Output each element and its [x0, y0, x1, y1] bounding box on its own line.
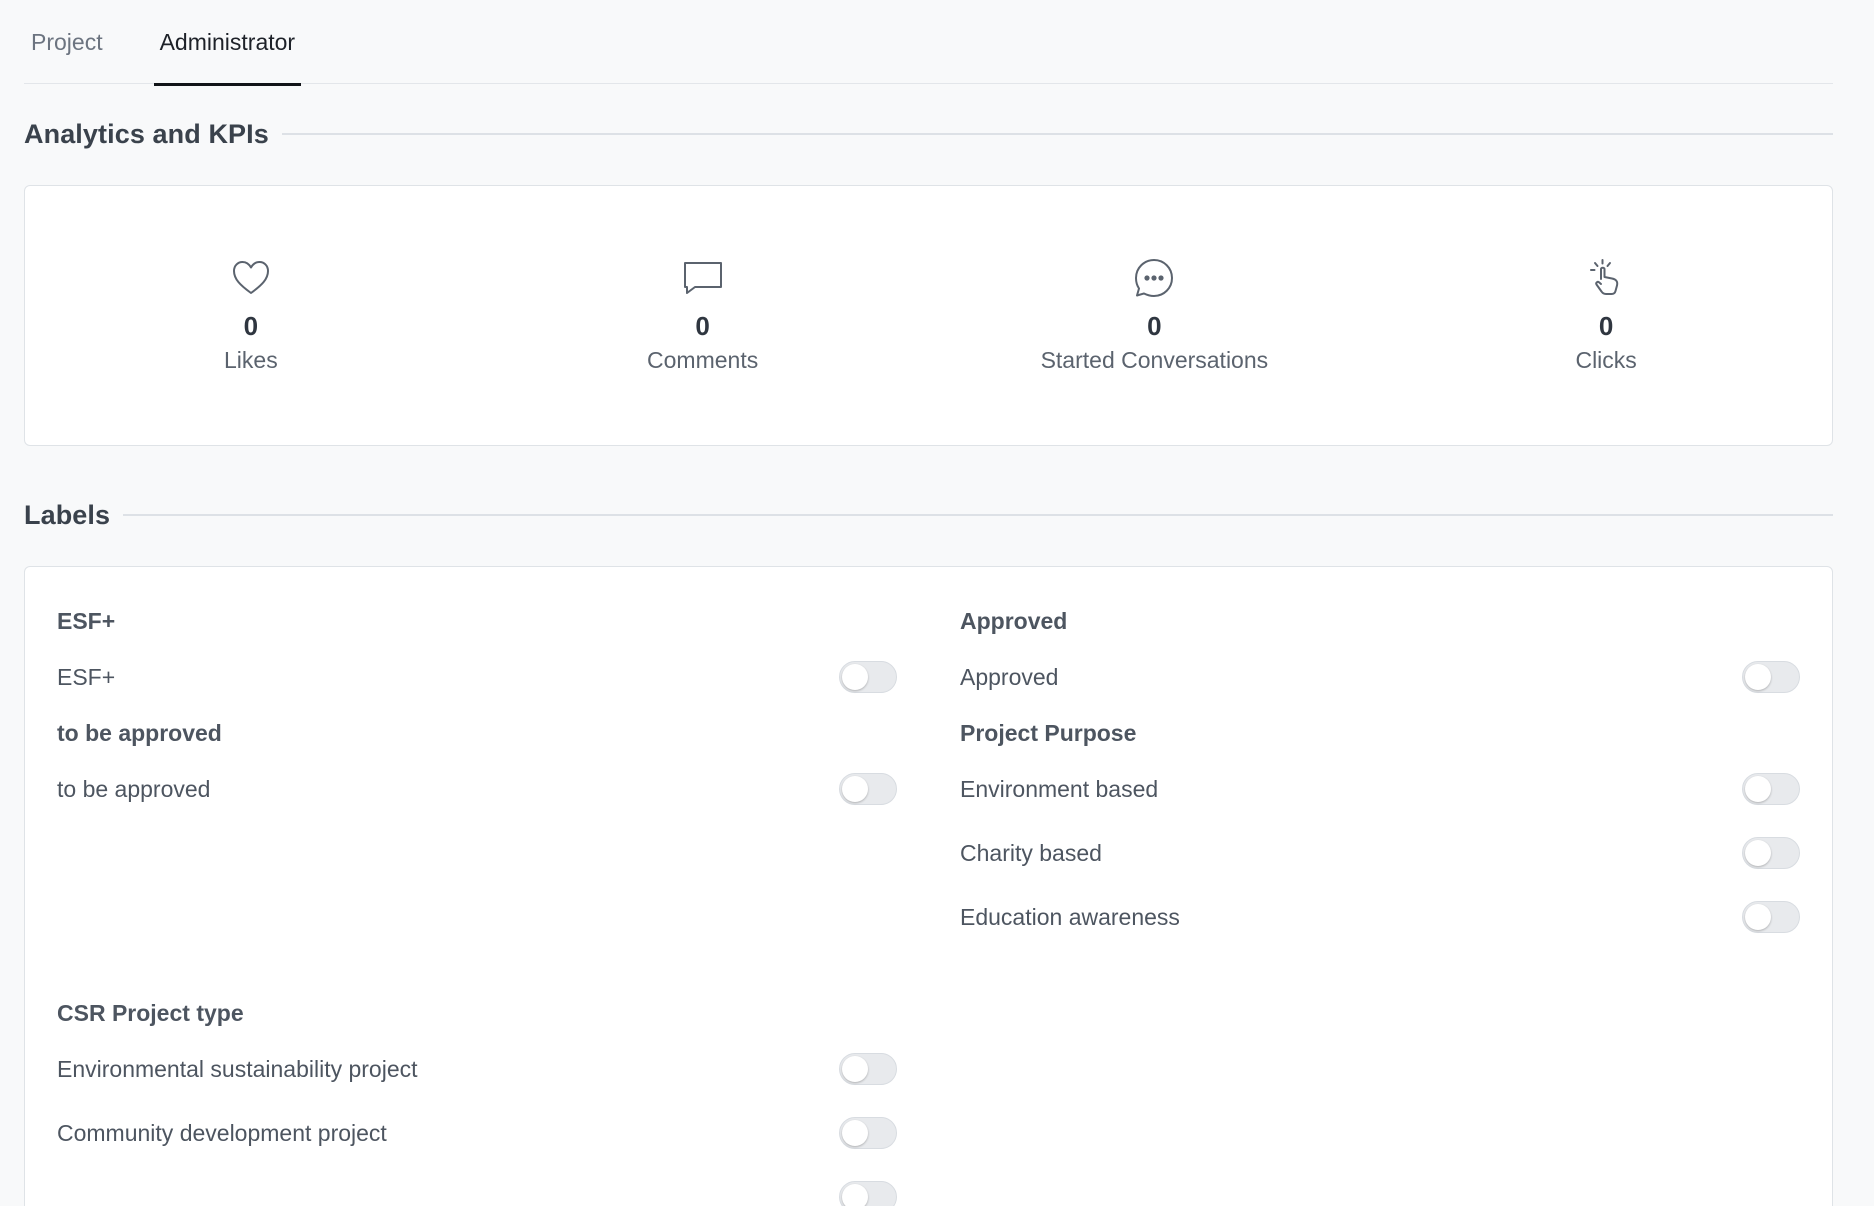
toggle-education-awareness[interactable]: [1742, 901, 1800, 933]
kpi-likes: 0 Likes: [25, 186, 477, 445]
conversations-label: Started Conversations: [1040, 347, 1269, 373]
labels-section-header: Labels: [24, 489, 1833, 541]
label-text: Environmental sustainability project: [57, 1055, 418, 1082]
label-text: ESF+: [57, 663, 116, 690]
group-title-approved: Approved: [960, 607, 1068, 634]
group-title-to-be-approved: to be approved: [57, 719, 222, 746]
tab-administrator[interactable]: Administrator: [153, 0, 302, 86]
label-row-education-awareness: Education awareness: [960, 885, 1800, 949]
toggle-community-development[interactable]: [839, 1117, 897, 1149]
label-row-environmental-sustainability: Environmental sustainability project: [57, 1037, 897, 1101]
analytics-section-header: Analytics and KPIs: [24, 108, 1833, 160]
likes-count: 0: [243, 311, 259, 341]
label-text: Community development project: [57, 1119, 387, 1146]
analytics-card: 0 Likes 0 Comments 0 Started Conversatio…: [24, 185, 1833, 446]
page: Project Administrator Analytics and KPIs…: [0, 0, 1874, 1206]
group-title-esf: ESF+: [57, 607, 116, 634]
label-row-community-development: Community development project: [57, 1101, 897, 1165]
labels-left-column: ESF+ ESF+ to be approved to be approved: [57, 597, 897, 949]
labels-card: ESF+ ESF+ to be approved to be approved …: [24, 566, 1833, 1206]
analytics-title: Analytics and KPIs: [24, 118, 269, 149]
comments-label: Comments: [647, 347, 759, 373]
labels-csr-column: CSR Project type Environmental sustainab…: [57, 989, 897, 1206]
label-text: Charity based: [960, 839, 1102, 866]
label-row-to-be-approved: to be approved: [57, 757, 897, 821]
click-icon: [1590, 259, 1619, 295]
group-title-project-purpose: Project Purpose: [960, 719, 1137, 746]
kpi-clicks: 0 Clicks: [1380, 186, 1832, 445]
label-text: Education awareness: [960, 903, 1180, 930]
toggle-approved[interactable]: [1742, 661, 1800, 693]
labels-grid-lower: CSR Project type Environmental sustainab…: [57, 989, 1800, 1206]
labels-right-column: Approved Approved Project Purpose Enviro…: [960, 597, 1800, 949]
label-text: to be approved: [57, 775, 211, 802]
label-text: Environment based: [960, 775, 1159, 802]
toggle-environment-based[interactable]: [1742, 773, 1800, 805]
clicks-count: 0: [1598, 311, 1614, 341]
toggle-esf[interactable]: [839, 661, 897, 693]
label-row-approved: Approved: [960, 645, 1800, 709]
chat-bubble-icon: [1135, 259, 1174, 297]
label-row-charity-based: Charity based: [960, 821, 1800, 885]
kpi-comments: 0 Comments: [477, 186, 929, 445]
comments-count: 0: [695, 311, 710, 341]
labels-grid: ESF+ ESF+ to be approved to be approved …: [57, 597, 1800, 949]
label-row-environment-based: Environment based: [960, 757, 1800, 821]
toggle-environmental-sustainability[interactable]: [839, 1053, 897, 1085]
tab-bar: Project Administrator: [24, 0, 1833, 86]
labels-empty-column: [960, 989, 1800, 1206]
labels-title: Labels: [24, 499, 111, 530]
comment-icon: [683, 262, 722, 294]
divider: [281, 133, 1833, 135]
label-text: Approved: [960, 663, 1059, 690]
toggle-to-be-approved[interactable]: [839, 773, 897, 805]
clicks-label: Clicks: [1575, 347, 1637, 373]
group-title-csr: CSR Project type: [57, 999, 244, 1026]
label-row-partial: [57, 1165, 897, 1206]
kpi-started-conversations: 0 Started Conversations: [929, 186, 1381, 445]
toggle-partial[interactable]: [839, 1181, 897, 1206]
tab-project[interactable]: Project: [24, 0, 110, 84]
label-row-esf: ESF+: [57, 645, 897, 709]
divider: [123, 514, 1833, 516]
toggle-charity-based[interactable]: [1742, 837, 1800, 869]
conversations-count: 0: [1147, 311, 1162, 341]
heart-icon: [232, 261, 269, 294]
likes-label: Likes: [224, 347, 278, 373]
